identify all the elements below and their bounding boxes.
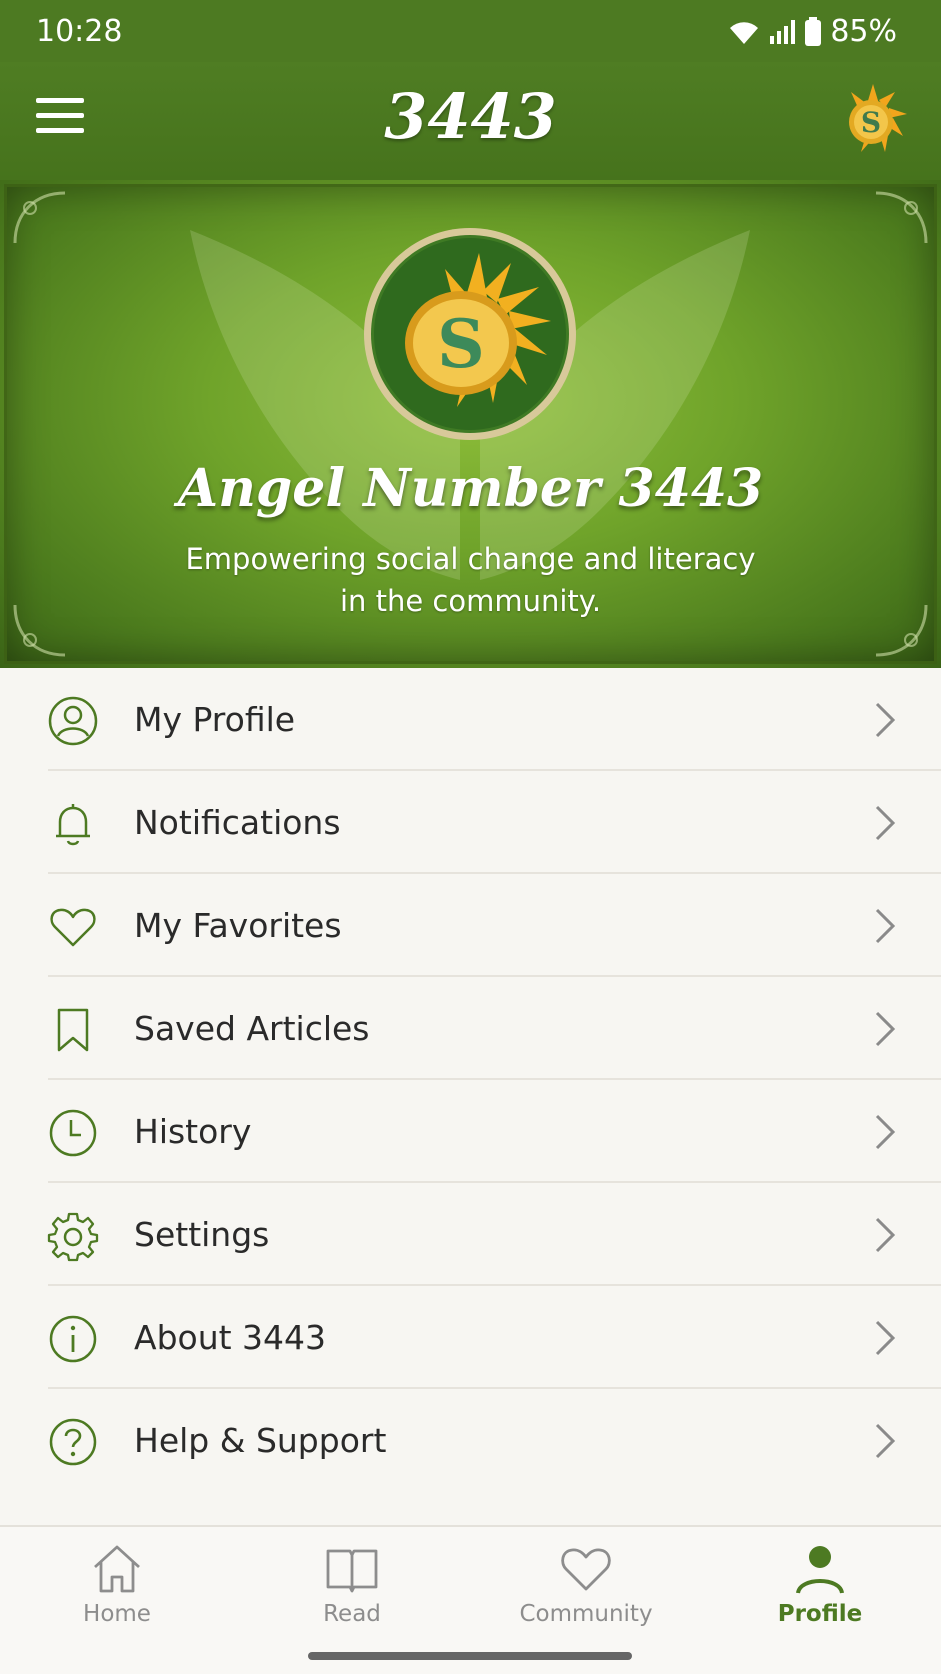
status-bar: 10:28 85% xyxy=(0,0,941,62)
tab-label: Profile xyxy=(777,1601,863,1627)
chevron-right-icon xyxy=(875,1320,896,1356)
menu-item-history[interactable]: History xyxy=(0,1080,941,1183)
tab-label: Community xyxy=(519,1601,653,1627)
menu-item-settings[interactable]: Settings xyxy=(0,1183,941,1286)
corner-ornament-icon xyxy=(875,604,928,657)
svg-text:S: S xyxy=(437,305,485,383)
home-icon xyxy=(94,1545,140,1593)
corner-ornament-icon xyxy=(875,191,928,244)
menu-item-notifications[interactable]: Notifications xyxy=(0,771,941,874)
menu-item-label: Notifications xyxy=(134,803,341,842)
menu-item-saved-articles[interactable]: Saved Articles xyxy=(0,977,941,1080)
menu-item-label: Saved Articles xyxy=(134,1009,370,1048)
settings-menu-list: My Profile Notifications My Favorites Sa… xyxy=(0,668,941,1492)
chevron-right-icon xyxy=(875,702,896,738)
tab-profile[interactable]: Profile xyxy=(740,1541,900,1627)
tab-label: Home xyxy=(83,1601,151,1627)
tab-community[interactable]: Community xyxy=(506,1541,666,1627)
home-indicator[interactable] xyxy=(308,1652,632,1660)
chevron-right-icon xyxy=(875,1217,896,1253)
chevron-right-icon xyxy=(875,908,896,944)
menu-item-my-favorites[interactable]: My Favorites xyxy=(0,874,941,977)
battery-percent: 85% xyxy=(830,14,897,49)
chevron-right-icon xyxy=(875,1423,896,1459)
question-icon xyxy=(49,1418,97,1466)
hero-subtitle: Empowering social change and literacy in… xyxy=(185,542,756,618)
tab-home[interactable]: Home xyxy=(37,1541,197,1627)
info-icon xyxy=(49,1315,97,1363)
menu-item-label: My Favorites xyxy=(134,906,342,945)
menu-item-help-support[interactable]: Help & Support xyxy=(0,1389,941,1492)
menu-item-my-profile[interactable]: My Profile xyxy=(0,668,941,771)
status-time: 10:28 xyxy=(36,14,123,49)
menu-item-label: Help & Support xyxy=(134,1421,387,1460)
heart-icon xyxy=(561,1548,611,1591)
menu-item-label: My Profile xyxy=(134,700,296,739)
user-circle-icon xyxy=(48,696,98,746)
chevron-right-icon xyxy=(875,805,896,841)
hero-banner: S Angel Number 3443 Empowering social ch… xyxy=(0,180,941,668)
menu-item-label: History xyxy=(134,1112,252,1151)
signal-icon xyxy=(770,19,796,44)
app-title: 3443 xyxy=(384,80,557,153)
bell-icon xyxy=(56,804,90,846)
svg-text:S: S xyxy=(861,106,881,139)
clock-icon xyxy=(49,1109,97,1157)
bookmark-icon xyxy=(57,1008,89,1052)
corner-ornament-icon xyxy=(13,604,66,657)
tab-read[interactable]: Read xyxy=(272,1541,432,1627)
person-icon xyxy=(796,1546,844,1594)
book-icon xyxy=(326,1549,378,1593)
gear-icon xyxy=(47,1212,99,1262)
menu-item-label: Settings xyxy=(134,1215,270,1254)
chevron-right-icon xyxy=(875,1114,896,1150)
status-icons: 85% xyxy=(728,14,897,49)
hero-title: Angel Number 3443 xyxy=(177,458,764,519)
sun-logo-icon[interactable]: S xyxy=(833,74,913,164)
heart-icon xyxy=(50,908,96,947)
chevron-right-icon xyxy=(875,1011,896,1047)
app-bar: 3443 S xyxy=(0,62,941,180)
menu-item-label: About 3443 xyxy=(134,1318,327,1357)
sun-emblem-icon: S xyxy=(364,228,576,440)
corner-ornament-icon xyxy=(13,191,66,244)
wifi-icon xyxy=(730,21,759,44)
tab-label: Read xyxy=(323,1601,381,1627)
menu-item-about[interactable]: About 3443 xyxy=(0,1286,941,1389)
battery-icon xyxy=(805,16,822,46)
